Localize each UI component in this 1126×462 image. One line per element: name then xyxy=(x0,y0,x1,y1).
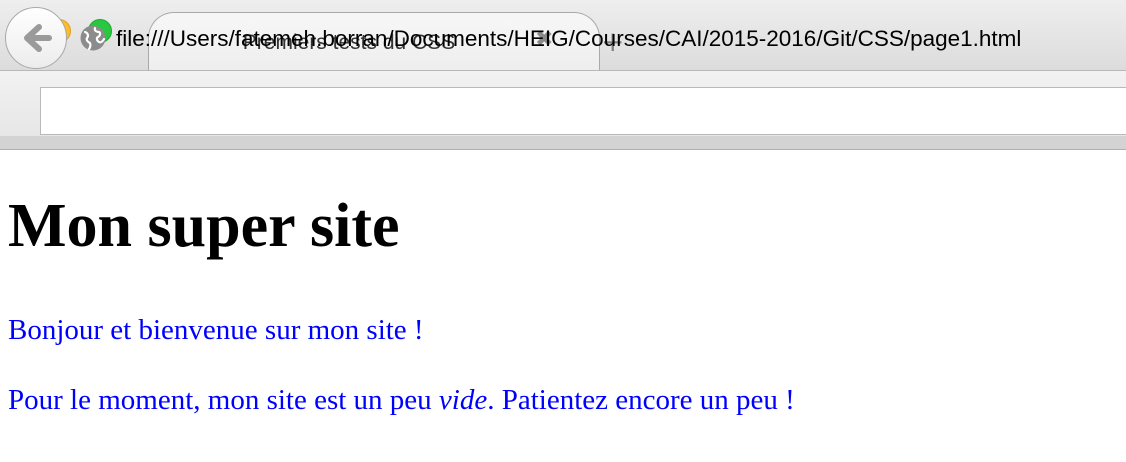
status-text-emphasis: vide xyxy=(438,384,488,416)
url-field[interactable] xyxy=(40,87,1126,135)
browser-window: Premiers tests du CSS ✖ + file:///Users/… xyxy=(0,0,1126,462)
page-heading: Mon super site xyxy=(8,192,400,260)
url-text[interactable]: file:///Users/fatemeh.borran/Documents/H… xyxy=(116,26,1021,52)
back-arrow-icon xyxy=(24,24,52,52)
welcome-paragraph: Bonjour et bienvenue sur mon site ! xyxy=(8,314,424,346)
globe-icon xyxy=(80,25,106,51)
status-text-after: . Patientez encore un peu ! xyxy=(487,384,795,416)
page-content: Mon super site Bonjour et bienvenue sur … xyxy=(0,150,1126,462)
status-paragraph: Pour le moment, mon site est un peu vide… xyxy=(8,383,795,417)
toolbar-divider xyxy=(0,136,1126,150)
back-button[interactable] xyxy=(5,7,67,69)
status-text-before: Pour le moment, mon site est un peu xyxy=(8,384,439,416)
